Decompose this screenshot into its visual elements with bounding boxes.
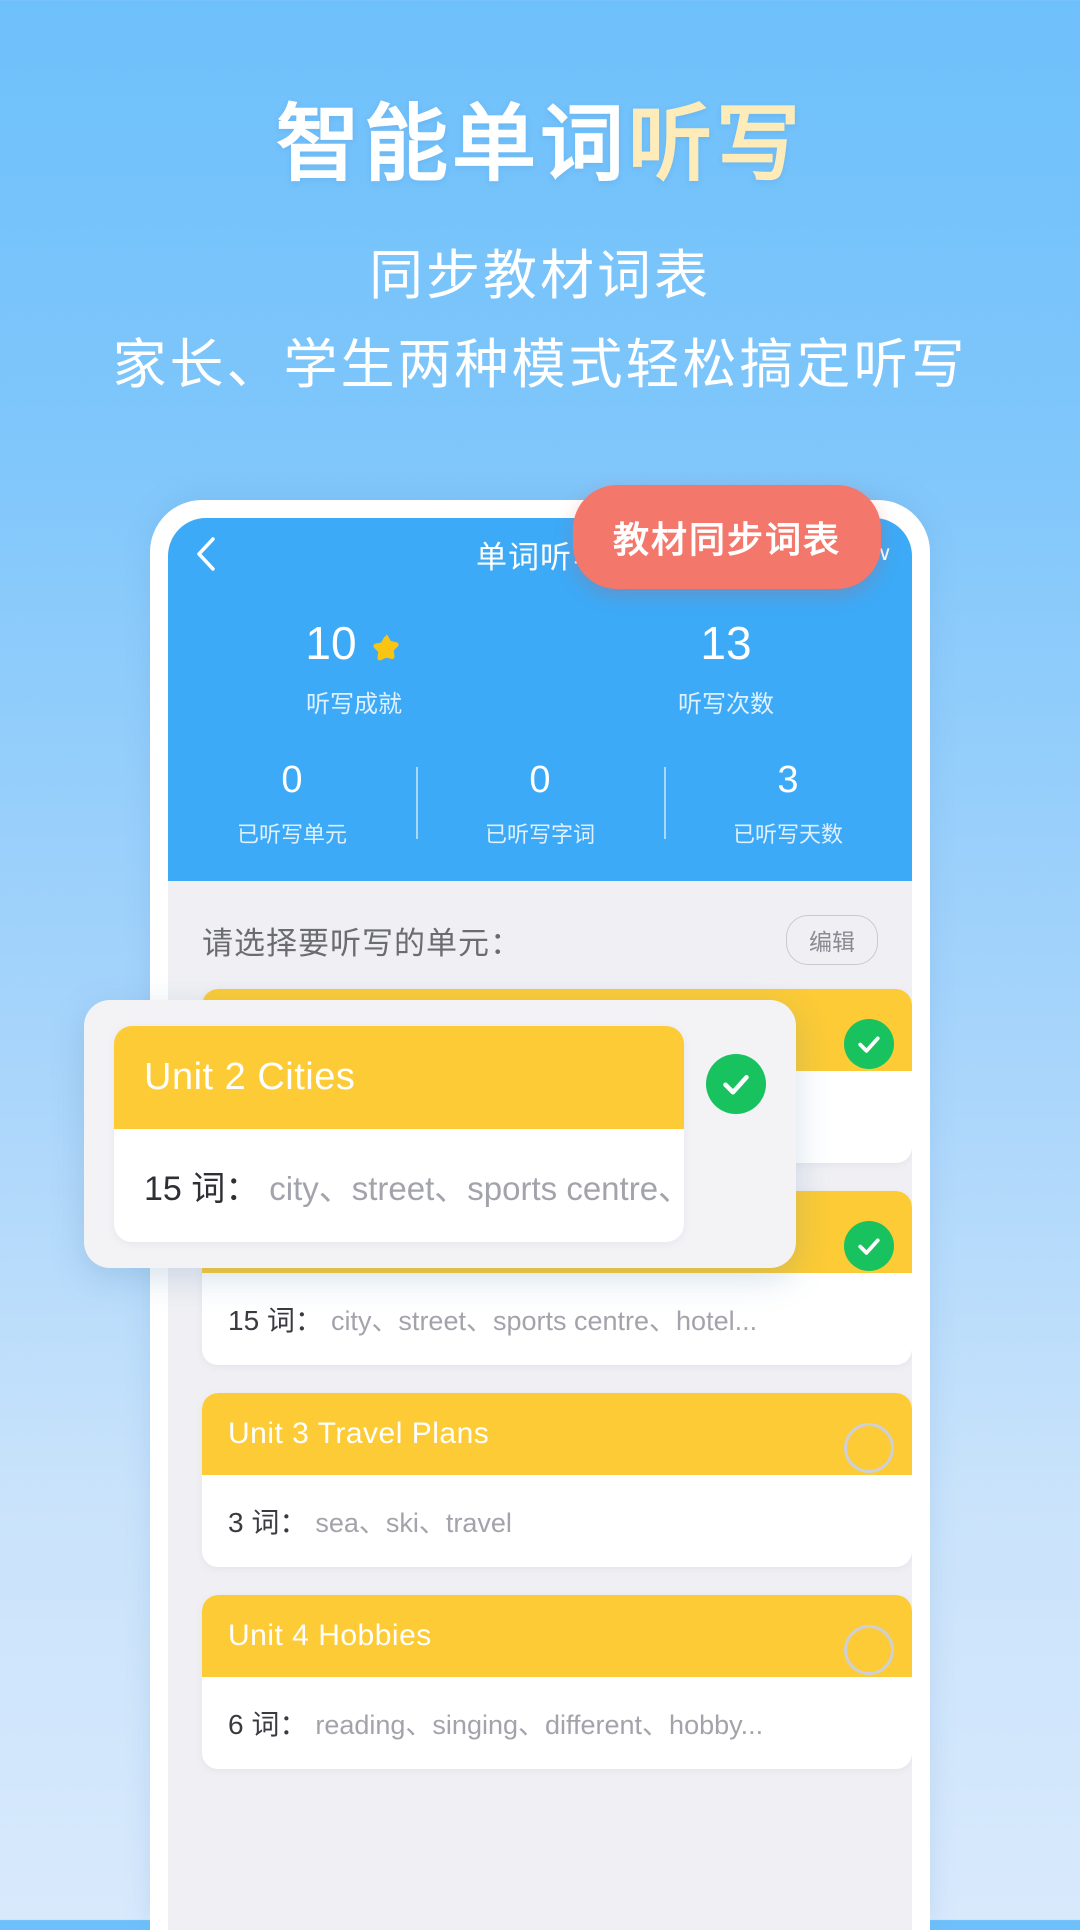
stat-achievement-value: 10 — [305, 620, 356, 666]
stat-days: 3 已听写天数 — [664, 761, 912, 849]
page-title-part1: 智能单词 — [276, 97, 628, 191]
stat-days-label: 已听写天数 — [664, 817, 912, 849]
unit-row[interactable]: Unit 4 Hobbies 6 词： reading、singing、diff… — [168, 1595, 912, 1797]
unit-words-row: 15 词： city、street、sports centre、hotel... — [202, 1273, 912, 1365]
unit-card-4[interactable]: Unit 4 Hobbies 6 词： reading、singing、diff… — [202, 1595, 912, 1769]
stat-achievement-label: 听写成就 — [168, 684, 540, 719]
stat-units: 0 已听写单元 — [168, 761, 416, 849]
unit-title: Unit 4 Hobbies — [202, 1595, 912, 1677]
unit-word-count: 3 词： — [228, 1501, 307, 1541]
empty-circle-icon[interactable] — [844, 1423, 894, 1473]
stat-times: 13 听写次数 — [540, 620, 912, 719]
stat-words: 0 已听写字词 — [416, 761, 664, 849]
stat-achievement: 10 听写成就 — [168, 620, 540, 719]
page-title: 智能单词听写 — [0, 96, 1080, 193]
unit-word-preview: sea、ski、travel — [315, 1501, 512, 1540]
unit-word-preview: city、street、sports centre、hotel... — [331, 1299, 757, 1338]
stat-times-value: 13 — [700, 620, 751, 666]
unit-card-3[interactable]: Unit 3 Travel Plans 3 词： sea、ski、travel — [202, 1393, 912, 1567]
magnified-unit-word-count: 15 词： — [144, 1161, 259, 1210]
star-icon — [369, 626, 403, 660]
stat-words-label: 已听写字词 — [416, 817, 664, 849]
magnified-unit-words-row: 15 词： city、street、sports centre、hotel... — [114, 1129, 684, 1242]
unit-words-row: 6 词： reading、singing、different、hobby... — [202, 1677, 912, 1769]
section-title: 请选择要听写的单元： — [202, 918, 522, 963]
chevron-left-icon[interactable] — [188, 537, 222, 571]
unit-words-row: 3 词： sea、ski、travel — [202, 1475, 912, 1567]
check-circle-icon[interactable] — [706, 1054, 766, 1114]
unit-word-count: 15 词： — [228, 1299, 323, 1339]
magnified-unit-callout: Unit 2 Cities 15 词： city、street、sports c… — [84, 1000, 796, 1268]
stat-words-value: 0 — [416, 761, 664, 799]
magnified-unit-card[interactable]: Unit 2 Cities 15 词： city、street、sports c… — [114, 1026, 684, 1242]
magnified-unit-title: Unit 2 Cities — [114, 1026, 684, 1129]
section-header: 请选择要听写的单元： 编辑 — [168, 881, 912, 989]
promo-header: 智能单词听写 同步教材词表 家长、学生两种模式轻松搞定听写 — [0, 96, 1080, 400]
edit-button[interactable]: 编辑 — [786, 915, 878, 965]
promo-subtitle-1: 同步教材词表 — [0, 243, 1080, 311]
promo-subtitle-2: 家长、学生两种模式轻松搞定听写 — [0, 332, 1080, 400]
stats-top-row: 10 听写成就 13 听写次数 — [168, 590, 912, 727]
check-circle-icon[interactable] — [844, 1019, 894, 1069]
unit-word-count: 6 词： — [228, 1703, 307, 1743]
callout-badge: 教材同步词表 — [573, 485, 881, 589]
stats-bottom-row: 0 已听写单元 0 已听写字词 3 已听写天数 — [168, 727, 912, 859]
stat-units-label: 已听写单元 — [168, 817, 416, 849]
empty-circle-icon[interactable] — [844, 1625, 894, 1675]
check-circle-icon[interactable] — [844, 1221, 894, 1271]
stat-days-value: 3 — [664, 761, 912, 799]
unit-word-preview: reading、singing、different、hobby... — [315, 1703, 763, 1742]
unit-row[interactable]: Unit 3 Travel Plans 3 词： sea、ski、travel — [168, 1393, 912, 1595]
unit-title: Unit 3 Travel Plans — [202, 1393, 912, 1475]
stat-units-value: 0 — [168, 761, 416, 799]
magnified-unit-word-preview: city、street、sports centre、hotel... — [269, 1162, 684, 1210]
page-title-highlight: 听写 — [628, 97, 804, 191]
stat-times-label: 听写次数 — [540, 684, 912, 719]
